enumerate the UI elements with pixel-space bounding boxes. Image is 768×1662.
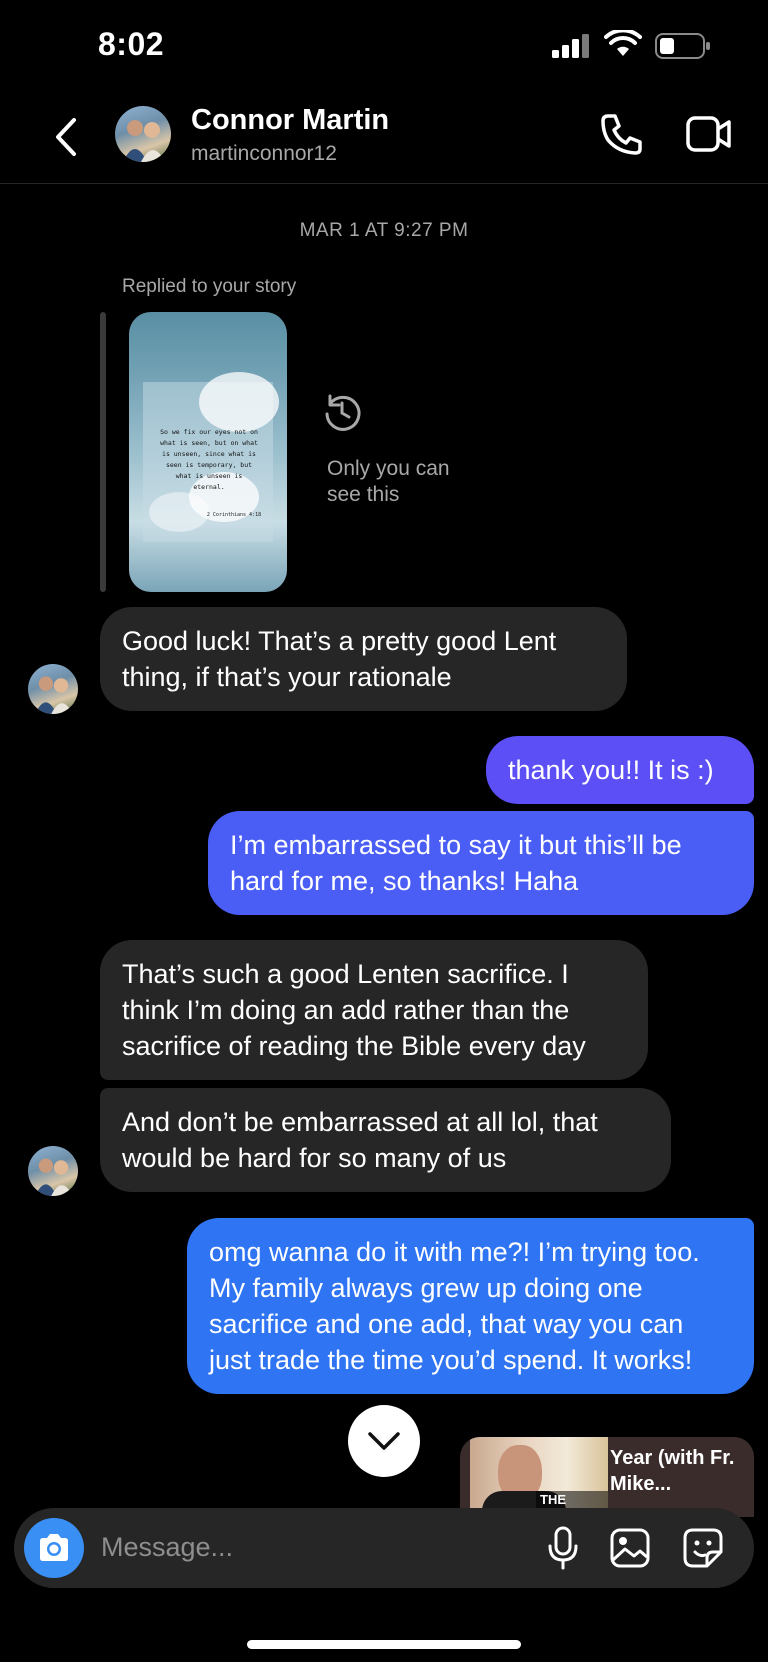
replied-to-story-label: Replied to your story: [122, 276, 297, 297]
camera-icon: [40, 1534, 68, 1561]
scroll-to-bottom-button[interactable]: [348, 1405, 420, 1477]
preview-thumbnail: THE BIBLE: [470, 1437, 608, 1517]
message-text: thank you!! It is :): [508, 755, 714, 785]
battery-icon: [655, 33, 710, 59]
message-text: I’m embarrassed to say it but this’ll be…: [230, 830, 682, 896]
contact-handle[interactable]: martinconnor12: [191, 142, 337, 166]
message-text: And don’t be embarrassed at all lol, tha…: [122, 1107, 598, 1173]
chat-header: Connor Martin martinconnor12: [0, 92, 768, 184]
gallery-icon[interactable]: [610, 1528, 650, 1568]
chevron-down-icon: [368, 1432, 400, 1450]
sticker-icon[interactable]: [683, 1528, 723, 1568]
story-visibility-notice: Only you can see this: [327, 457, 450, 506]
preview-title: Year (with Fr. Mike...: [610, 1447, 735, 1495]
message-input[interactable]: Message...: [101, 1532, 233, 1563]
message-bubble-incoming[interactable]: Good luck! That’s a pretty good Lent thi…: [100, 607, 627, 711]
contact-avatar[interactable]: [115, 106, 171, 162]
message-bubble-incoming[interactable]: And don’t be embarrassed at all lol, tha…: [100, 1088, 671, 1192]
microphone-icon[interactable]: [547, 1526, 579, 1570]
status-time: 8:02: [98, 26, 165, 62]
shared-link-preview[interactable]: THE BIBLE Year (with Fr. Mike...: [460, 1437, 754, 1517]
home-indicator[interactable]: [247, 1640, 521, 1649]
story-verse-reference: 2 Corinthians 4:18: [206, 512, 262, 518]
back-arrow-icon[interactable]: [48, 112, 84, 162]
camera-button[interactable]: [24, 1518, 84, 1578]
story-thumbnail[interactable]: So we fix our eyes not on what is seen, …: [129, 312, 287, 592]
status-bar: 8:02: [0, 0, 768, 92]
sender-avatar[interactable]: [28, 1146, 78, 1196]
cellular-signal-icon: [552, 34, 589, 58]
message-composer: Message...: [14, 1508, 754, 1588]
reply-indicator-bar: [100, 312, 106, 592]
message-bubble-outgoing[interactable]: thank you!! It is :): [486, 736, 754, 804]
thread-timestamp: MAR 1 AT 9:27 PM: [299, 220, 469, 241]
story-verse-text: So we fix our eyes not on what is seen, …: [160, 428, 258, 491]
message-bubble-incoming[interactable]: That’s such a good Lenten sacrifice. I t…: [100, 940, 648, 1080]
message-bubble-outgoing[interactable]: omg wanna do it with me?! I’m trying too…: [187, 1218, 754, 1394]
wifi-icon: [604, 30, 642, 56]
message-text: Good luck! That’s a pretty good Lent thi…: [122, 626, 557, 692]
phone-call-icon[interactable]: [600, 112, 644, 156]
video-call-icon[interactable]: [686, 114, 732, 154]
contact-name[interactable]: Connor Martin: [191, 104, 389, 137]
history-icon: [325, 394, 361, 431]
sender-avatar[interactable]: [28, 664, 78, 714]
message-text: That’s such a good Lenten sacrifice. I t…: [122, 959, 586, 1061]
message-text: omg wanna do it with me?! I’m trying too…: [209, 1237, 700, 1375]
message-bubble-outgoing[interactable]: I’m embarrassed to say it but this’ll be…: [208, 811, 754, 915]
